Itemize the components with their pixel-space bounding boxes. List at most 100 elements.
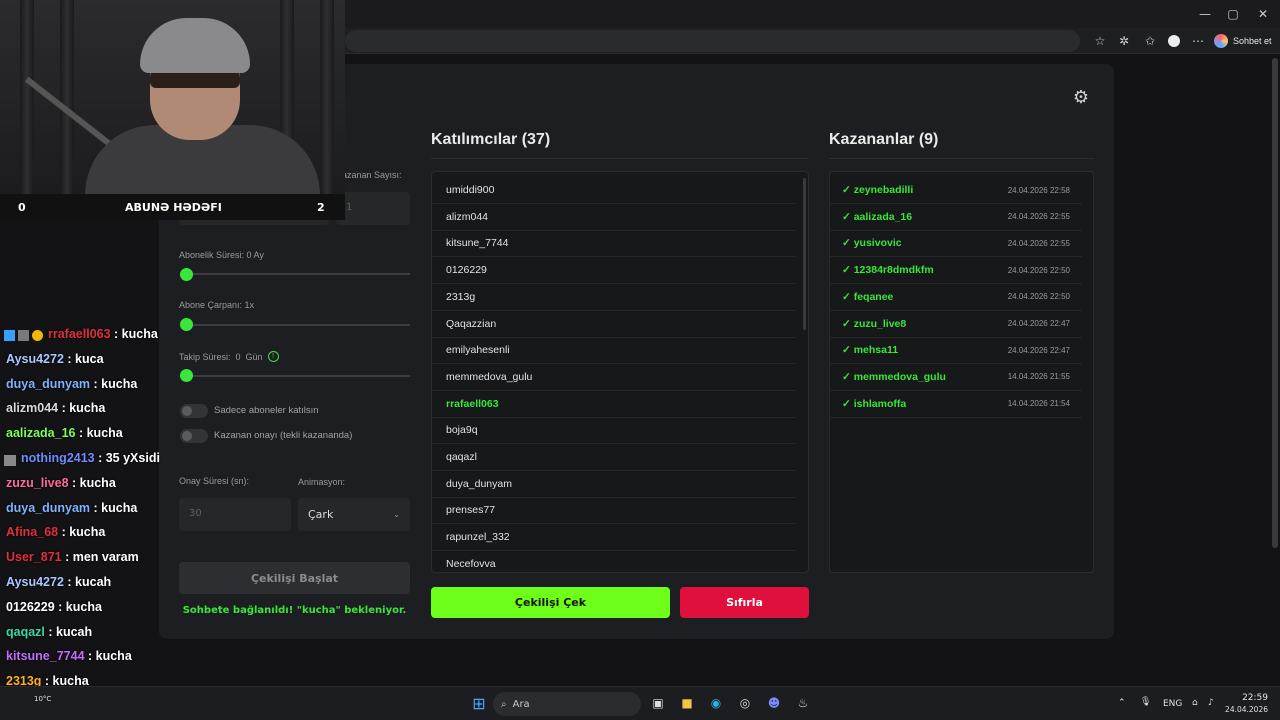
chat-text: : kucha [90,500,138,515]
winner-row: ✓ 12384r8dmdkfm 24.04.2026 22:50 [830,257,1082,285]
participant-row[interactable]: alizm044 [432,204,796,231]
winner-row: ✓ zuzu_live8 24.04.2026 22:47 [830,311,1082,338]
info-icon[interactable]: ! [267,351,279,362]
participant-row[interactable]: memmedova_gulu [432,364,796,391]
moderator-badge-icon [18,330,29,341]
favorite-star-icon[interactable]: ☆ [1090,31,1110,51]
goal-target: 2 [317,200,325,214]
chat-text: : kucha [84,649,132,664]
participants-list[interactable]: umiddi900 alizm044 kitsune_7744 0126229 2313… [431,171,809,573]
participant-row[interactable]: qaqazl [432,444,796,471]
winner-row: ✓ aalizada_16 24.04.2026 22:55 [830,204,1082,231]
chat-text: : kucha [75,426,123,441]
participants-title: Katılımcılar (37) [431,131,551,148]
microphone-icon[interactable]: 🎙 [1140,697,1151,707]
chat-username: qaqazl [6,624,45,639]
start-giveaway-button[interactable]: Çekilişi Başlat [179,562,410,594]
edge-browser-icon[interactable]: ◉ [705,692,727,714]
tray-overflow-icon[interactable]: ⌃ [1118,698,1126,708]
chat-message: duya_dunyam : kucha [6,377,137,391]
chat-text: : kucha [68,475,116,490]
page-scrollbar[interactable] [1272,58,1278,548]
chat-message: zuzu_live8 : kucha [6,476,116,490]
clock[interactable]: 22:59 24.04.2026 [1225,692,1268,716]
chat-message: alizm044 : kucha [6,401,105,415]
assistant-label: Sohbet et [1233,36,1272,46]
favorites-icon[interactable]: ✩ [1140,31,1160,51]
chat-username: alizm044 [6,401,59,416]
winner-date: 14.04.2026 21:55 [1007,372,1070,382]
winner-count-label: azanan Sayısı: [342,170,402,180]
network-icon[interactable]: ⌂ [1192,698,1198,708]
participant-row[interactable]: rapunzel_332 [432,524,796,552]
taskbar-search[interactable]: ⌕ Ara [493,692,641,716]
obs-icon[interactable]: ◎ [734,692,756,714]
chat-text: : kucha [110,327,158,341]
chat-text: : kucah [44,624,93,639]
winner-name: ✓ 12384r8dmdkfm [842,264,934,277]
winner-row: ✓ mehsa11 24.04.2026 22:47 [830,337,1082,365]
chat-username: duya_dunyam [6,500,91,515]
participant-row[interactable]: kitsune_7744 [432,230,796,258]
chat-message: Aysu4272 : kuca [6,352,104,366]
winner-name: ✓ ishlamoffa [842,397,907,410]
animation-select[interactable]: Çark ⌄ [298,498,410,531]
chat-overlay: rrafaell063 : kucha Aysu4272 : kuca duya_d… [0,0,200,720]
gear-icon[interactable]: ⚙ [1070,86,1092,108]
volume-icon[interactable]: ♪ [1208,698,1214,708]
chat-message: 0126229 : kucha [6,600,102,614]
chat-username: kitsune_7744 [6,649,85,664]
chat-message: nothing2413 : 35 yXsidi [21,451,160,465]
participant-row[interactable]: 2313g [432,284,796,311]
chat-badge-icon [4,455,16,466]
profile-icon[interactable] [1164,31,1184,51]
more-menu-icon[interactable]: ⋯ [1188,31,1208,51]
file-explorer-icon[interactable]: ■ [676,692,698,714]
follow-value: 0 [235,351,241,362]
follow-unit: Gün [245,351,263,362]
winner-confirm-label: Kazanan onayı (tekli kazananda) [214,430,353,441]
chat-username: Aysu4272 [6,351,64,366]
participant-row[interactable]: Qaqazzian [432,311,796,338]
participant-row[interactable]: Necefovva [432,551,796,572]
maximize-button[interactable]: ▢ [1216,0,1250,28]
animation-selected-value: Çark [308,508,334,521]
participant-row[interactable]: prenses77 [432,497,796,525]
winner-date: 24.04.2026 22:55 [1007,212,1070,222]
participants-divider [431,158,808,159]
chat-message: rrafaell063 : kucha [48,327,158,341]
address-bar[interactable] [345,30,1080,52]
participant-row[interactable]: emilyahesenli [432,337,796,365]
assistant-button[interactable]: Sohbet et [1214,31,1272,51]
winner-row: ✓ feqanee 24.04.2026 22:50 [830,284,1082,311]
sub-multiplier-track [180,324,410,326]
sub-badge-icon [4,330,15,341]
chat-message: qaqazl : kucah [6,625,92,639]
task-view-icon[interactable]: ▣ [647,692,669,714]
chat-text: : kucha [90,376,138,391]
reset-button[interactable]: Sıfırla [680,587,809,618]
participants-scrollbar[interactable] [803,178,806,330]
discord-icon[interactable]: ☻ [763,692,785,714]
sub-duration-track [180,273,410,275]
chat-username: Aysu4272 [6,575,64,589]
participant-row[interactable]: umiddi900 [432,177,796,204]
windows-start-icon[interactable]: ⊞ [468,692,490,714]
winner-row: ✓ ishlamoffa 14.04.2026 21:54 [830,391,1082,418]
extensions-icon[interactable]: ✲ [1114,31,1134,51]
chat-badges [4,330,43,341]
winner-date: 24.04.2026 22:58 [1007,185,1070,195]
chat-message: aalizada_16 : kucha [6,426,123,440]
animation-label: Animasyon: [298,477,346,487]
winner-name: ✓ yusivovic [842,237,902,250]
participant-row[interactable]: rrafaell063 [432,391,796,418]
draw-button[interactable]: Çekilişi Çek [431,587,670,618]
participant-row[interactable]: 0126229 [432,257,796,285]
close-window-button[interactable]: ✕ [1246,0,1280,28]
participant-row[interactable]: boja9q [432,417,796,445]
participant-row[interactable]: duya_dunyam [432,471,796,498]
language-indicator[interactable]: ENG [1163,699,1182,709]
steam-icon[interactable]: ♨ [792,692,814,714]
chat-text: : kuca [63,351,104,366]
winner-count-input[interactable]: 1 [336,192,410,225]
